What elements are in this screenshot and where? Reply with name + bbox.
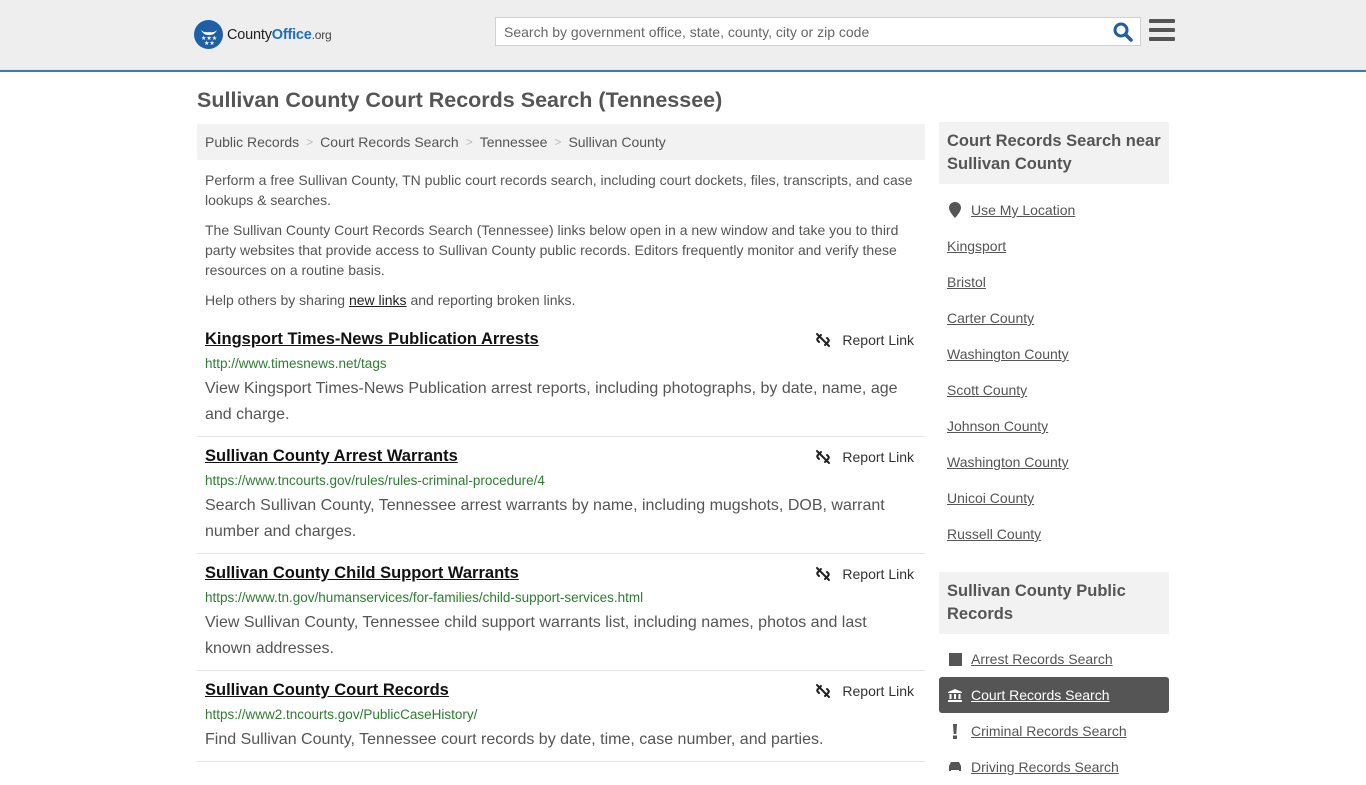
breadcrumb-separator: > [306, 135, 314, 149]
search-input[interactable] [496, 18, 1106, 45]
site-header: ★★★ ★★ CountyOffice.org [0, 0, 1366, 72]
nearby-item[interactable]: Johnson County [939, 408, 1169, 444]
listing-url: https://www2.tncourts.gov/PublicCaseHist… [205, 707, 478, 722]
breadcrumb-sullivan-county[interactable]: Sullivan County [568, 134, 665, 150]
intro-paragraph: Perform a free Sullivan County, TN publi… [205, 172, 913, 208]
broken-link-icon [816, 333, 831, 347]
criminal-records-link[interactable]: Criminal Records Search [971, 723, 1127, 739]
intro-text: Perform a free Sullivan County, TN publi… [205, 170, 921, 320]
listing-title-link[interactable]: Sullivan County Arrest Warrants [205, 447, 458, 466]
broken-link-icon [816, 450, 831, 464]
nearby-item[interactable]: Unicoi County [939, 480, 1169, 516]
nearby-list: Use My Location Kingsport Bristol Carter… [939, 192, 1169, 552]
listing-title-link[interactable]: Kingsport Times-News Publication Arrests [205, 330, 539, 349]
broken-link-icon [816, 567, 831, 581]
breadcrumb: Public Records > Court Records Search > … [197, 124, 925, 160]
listing-description: View Kingsport Times-News Publication ar… [205, 380, 898, 423]
menu-bar-icon [1149, 28, 1175, 32]
use-my-location-link[interactable]: Use My Location [971, 202, 1075, 218]
nearby-link-unicoi-county[interactable]: Unicoi County [947, 490, 1034, 506]
eagle-logo-icon: ★★★ ★★ [194, 20, 223, 49]
listing-item: Sullivan County Court Records https://ww… [197, 681, 925, 762]
report-link-button[interactable]: Report Link [815, 449, 914, 465]
listing-description: View Sullivan County, Tennessee child su… [205, 614, 867, 657]
listing-item: Kingsport Times-News Publication Arrests… [197, 330, 925, 437]
listing-url: https://www.tn.gov/humanservices/for-fam… [205, 590, 644, 605]
search-button[interactable] [1112, 21, 1134, 43]
public-records-item-criminal[interactable]: Criminal Records Search [939, 713, 1169, 749]
public-records-item-driving[interactable]: Driving Records Search [939, 749, 1169, 785]
breadcrumb-tennessee[interactable]: Tennessee [480, 134, 548, 150]
nearby-item[interactable]: Russell County [939, 516, 1169, 552]
broken-link-icon [816, 684, 831, 698]
listing-title-link[interactable]: Sullivan County Child Support Warrants [205, 564, 519, 583]
listing-url: https://www.tncourts.gov/rules/rules-cri… [205, 473, 545, 488]
report-link-button[interactable]: Report Link [815, 683, 914, 699]
nearby-link-johnson-county[interactable]: Johnson County [947, 418, 1048, 434]
courthouse-icon [947, 687, 963, 703]
car-icon [947, 759, 963, 775]
breadcrumb-court-records-search[interactable]: Court Records Search [320, 134, 459, 150]
new-links-link[interactable]: new links [349, 292, 407, 308]
nearby-link-washington-county[interactable]: Washington County [947, 346, 1069, 362]
nearby-item[interactable]: Scott County [939, 372, 1169, 408]
logo-wordmark: CountyOffice.org [227, 26, 332, 43]
listing-url: http://www.timesnews.net/tags [205, 356, 387, 371]
nearby-item[interactable]: Kingsport [939, 228, 1169, 264]
listing-item: Sullivan County Child Support Warrants h… [197, 564, 925, 671]
listing-title-link[interactable]: Sullivan County Court Records [205, 681, 449, 700]
nearby-link-kingsport[interactable]: Kingsport [947, 238, 1006, 254]
search-icon [1113, 22, 1133, 42]
square-icon [947, 651, 963, 667]
report-link-button[interactable]: Report Link [815, 566, 914, 582]
nearby-link-washington-county-2[interactable]: Washington County [947, 454, 1069, 470]
exclamation-icon [947, 723, 963, 739]
menu-bar-icon [1149, 19, 1175, 23]
court-records-link[interactable]: Court Records Search [971, 687, 1110, 703]
driving-records-link[interactable]: Driving Records Search [971, 759, 1119, 775]
map-pin-icon [947, 202, 963, 218]
nearby-link-carter-county[interactable]: Carter County [947, 310, 1034, 326]
nearby-link-bristol[interactable]: Bristol [947, 274, 986, 290]
listing-description: Find Sullivan County, Tennessee court re… [205, 731, 824, 748]
svg-text:★★: ★★ [204, 40, 215, 46]
public-records-list: Arrest Records Search Court Records Sear… [939, 641, 1169, 785]
public-records-item-court[interactable]: Court Records Search [939, 677, 1169, 713]
share-links-paragraph: Help others by sharing new links and rep… [205, 292, 576, 308]
breadcrumb-public-records[interactable]: Public Records [205, 134, 299, 150]
nearby-heading: Court Records Search near Sullivan Count… [939, 122, 1169, 184]
nearby-item[interactable]: Washington County [939, 444, 1169, 480]
nearby-item[interactable]: Carter County [939, 300, 1169, 336]
breadcrumb-separator: > [554, 135, 562, 149]
report-link-button[interactable]: Report Link [815, 332, 914, 348]
nearby-item[interactable]: Washington County [939, 336, 1169, 372]
menu-bar-icon [1149, 37, 1175, 41]
intro-paragraph: The Sullivan County Court Records Search… [205, 222, 899, 278]
arrest-records-link[interactable]: Arrest Records Search [971, 651, 1113, 667]
public-records-heading: Sullivan County Public Records [939, 572, 1169, 634]
public-records-item-arrest[interactable]: Arrest Records Search [939, 641, 1169, 677]
nearby-link-scott-county[interactable]: Scott County [947, 382, 1027, 398]
use-my-location-item[interactable]: Use My Location [939, 192, 1169, 228]
hamburger-menu-button[interactable] [1149, 19, 1175, 43]
listing-item: Sullivan County Arrest Warrants https://… [197, 447, 925, 554]
nearby-link-russell-county[interactable]: Russell County [947, 526, 1041, 542]
page-title: Sullivan County Court Records Search (Te… [197, 88, 723, 112]
nearby-item[interactable]: Bristol [939, 264, 1169, 300]
listing-description: Search Sullivan County, Tennessee arrest… [205, 497, 885, 540]
site-logo[interactable]: ★★★ ★★ CountyOffice.org [194, 20, 332, 49]
breadcrumb-separator: > [465, 135, 473, 149]
search-bar [495, 17, 1141, 46]
